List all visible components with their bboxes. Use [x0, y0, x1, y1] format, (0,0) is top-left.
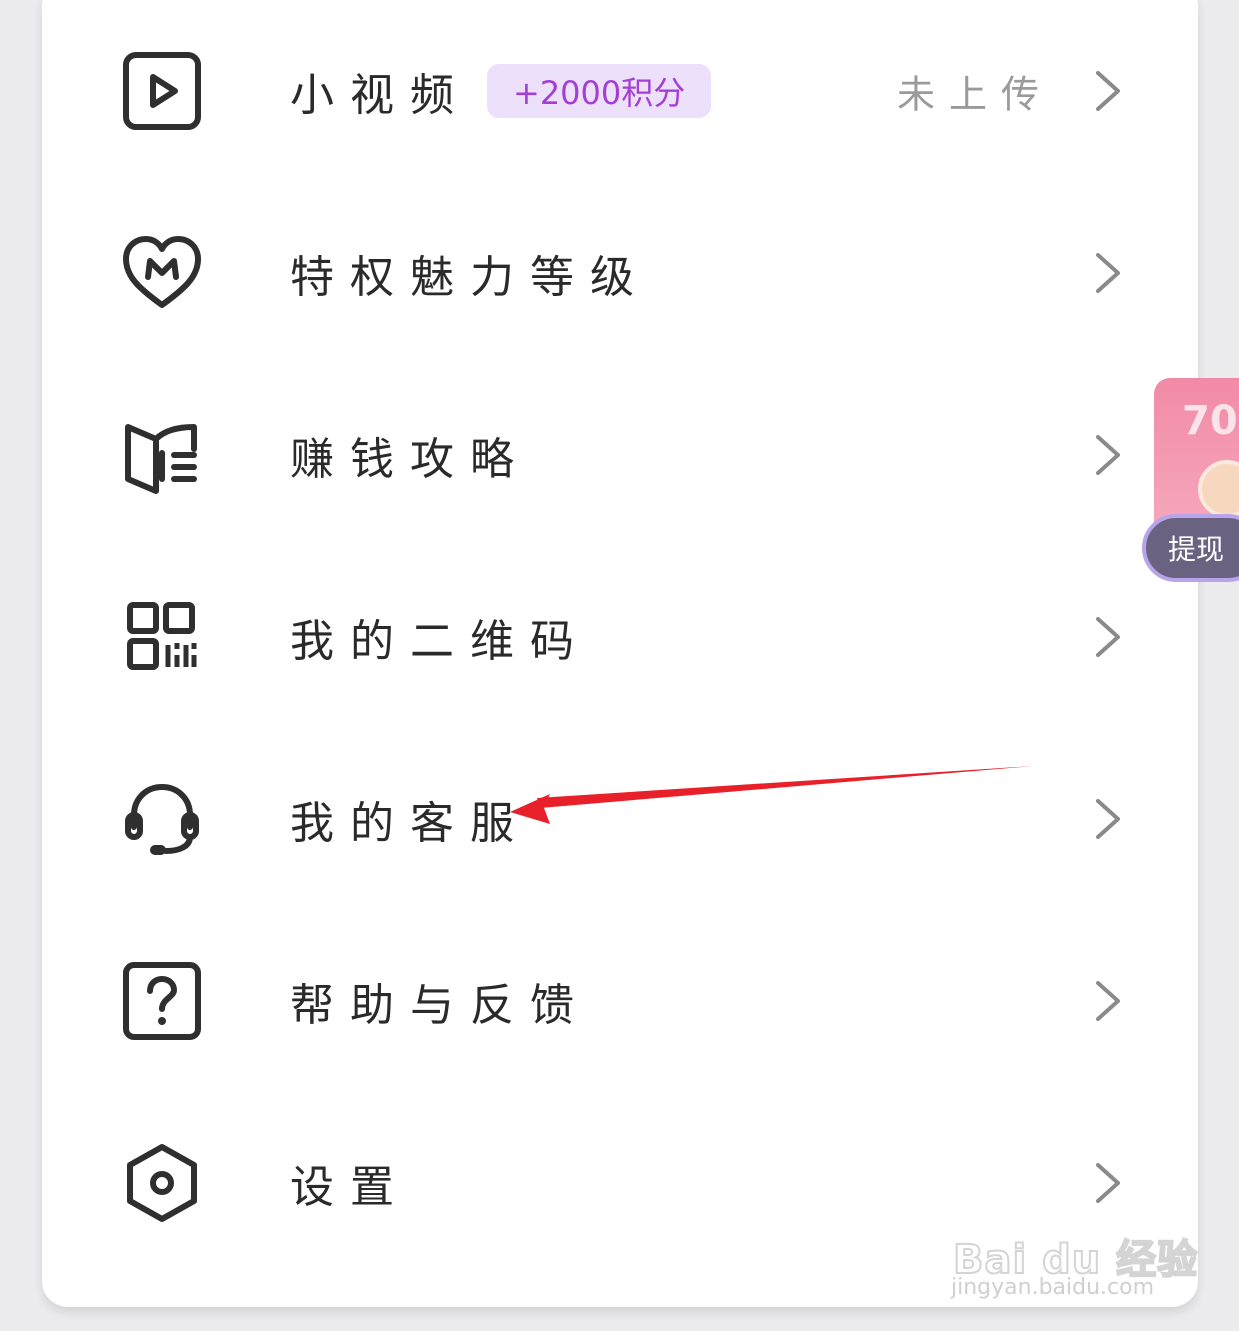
heart-m-icon	[120, 231, 204, 315]
headset-icon	[120, 777, 204, 861]
floating-withdraw-widget[interactable]: 70 提现	[1142, 378, 1239, 588]
withdraw-button[interactable]: 提现	[1142, 514, 1239, 582]
qr-code-icon	[120, 595, 204, 679]
chevron-right-icon	[1096, 617, 1120, 657]
menu-item-money-guide[interactable]: 赚钱攻略	[42, 364, 1198, 546]
menu-item-label: 我的二维码	[290, 616, 590, 667]
chevron-right-icon	[1096, 799, 1120, 839]
chevron-right-icon	[1096, 1163, 1120, 1203]
guide-book-icon	[120, 413, 204, 497]
promo-amount: 70	[1182, 398, 1238, 444]
menu-item-charm-level[interactable]: 特权魅力等级	[42, 182, 1198, 364]
chevron-right-icon	[1096, 435, 1120, 475]
menu-item-customer-service[interactable]: 我的客服	[42, 728, 1198, 910]
menu-item-label: 设置	[290, 1162, 410, 1213]
menu-item-label: 帮助与反馈	[290, 980, 590, 1031]
menu-item-label: 赚钱攻略	[290, 434, 530, 485]
menu-item-label: 小视频	[290, 70, 470, 121]
play-video-icon	[120, 49, 204, 133]
menu-item-settings[interactable]: 设置	[42, 1092, 1198, 1274]
upload-status: 未上传	[897, 72, 1054, 117]
menu-item-my-qr-code[interactable]: 我的二维码	[42, 546, 1198, 728]
menu-item-label: 我的客服	[290, 798, 530, 849]
chevron-right-icon	[1096, 71, 1120, 111]
menu-item-help-feedback[interactable]: 帮助与反馈	[42, 910, 1198, 1092]
menu-item-label: 特权魅力等级	[290, 252, 650, 303]
help-question-icon	[120, 959, 204, 1043]
chevron-right-icon	[1096, 981, 1120, 1021]
menu-item-short-video[interactable]: 小视频 +2000积分 未上传	[42, 0, 1198, 182]
chevron-right-icon	[1096, 253, 1120, 293]
settings-hexagon-icon	[120, 1141, 204, 1225]
points-badge: +2000积分	[487, 64, 712, 118]
